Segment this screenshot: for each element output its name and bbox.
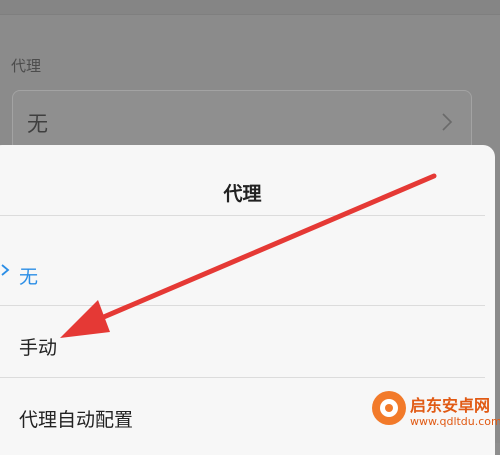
proxy-field[interactable]: 无	[12, 90, 472, 152]
option-label: 无	[19, 266, 39, 288]
sheet-title: 代理	[223, 183, 262, 205]
top-band	[0, 0, 500, 15]
option-manual[interactable]: 手动	[0, 305, 485, 377]
watermark-url: www.qdltdu.com	[410, 415, 500, 428]
option-label: 代理自动配置	[19, 409, 134, 431]
option-none[interactable]: 无	[0, 235, 485, 307]
chevron-right-icon	[442, 113, 453, 131]
watermark-logo-icon	[372, 391, 406, 425]
watermark-name: 启东安卓网	[410, 396, 491, 415]
watermark: 启东安卓网 www.qdltdu.com	[372, 385, 500, 443]
divider	[0, 215, 485, 216]
proxy-field-value: 无	[27, 112, 48, 136]
option-label: 手动	[19, 337, 58, 359]
proxy-section-label: 代理	[11, 57, 42, 75]
